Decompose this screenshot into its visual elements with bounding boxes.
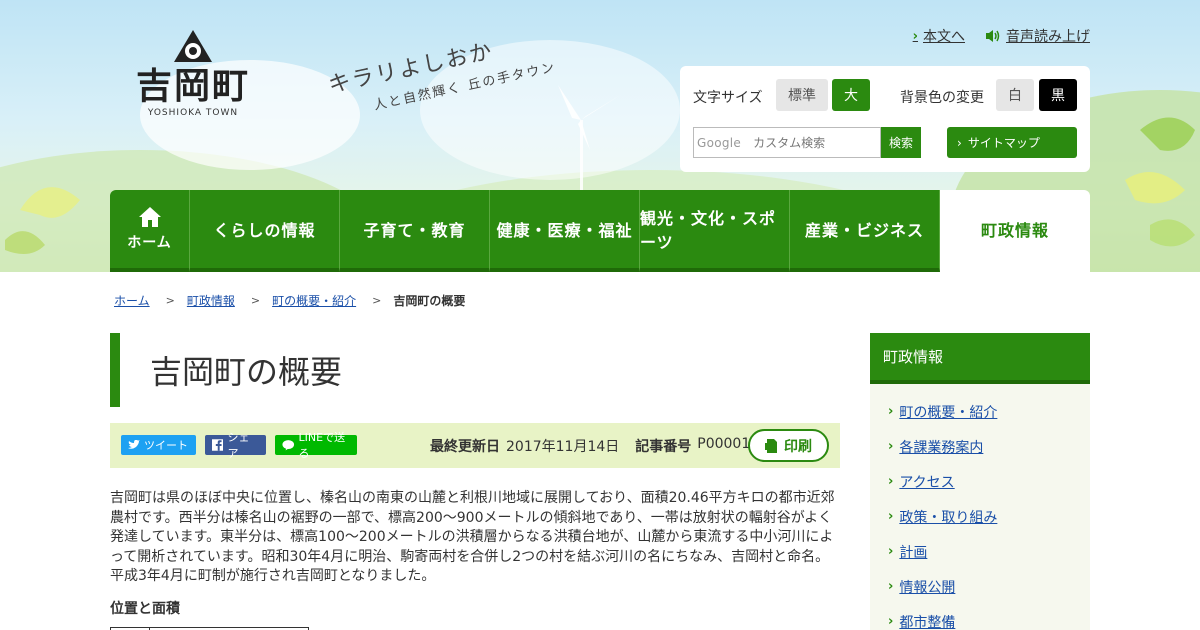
home-icon: [138, 207, 161, 227]
breadcrumb-link-home[interactable]: ホーム: [114, 292, 150, 309]
town-emblem-icon: [174, 30, 212, 62]
chevron-right-icon: ›: [957, 135, 962, 150]
page-title: 吉岡町の概要: [150, 353, 343, 391]
sitemap-button[interactable]: › サイトマップ: [947, 127, 1077, 158]
side-nav-item: › 情報公開: [870, 569, 1090, 604]
windmill-icon: [558, 85, 622, 190]
background-white-button[interactable]: 白: [996, 79, 1034, 111]
side-nav-item: › 計画: [870, 534, 1090, 569]
chevron-right-icon: ›: [912, 28, 918, 44]
font-size-standard-button[interactable]: 標準: [776, 79, 828, 111]
breadcrumb: ホーム > 町政情報 > 町の概要・紹介 > 吉岡町の概要: [114, 292, 465, 309]
nav-tourism-culture-sports[interactable]: 観光・文化・スポーツ: [640, 190, 790, 272]
ginkgo-leaf-icon: [1125, 117, 1195, 247]
side-nav-link-overview[interactable]: 町の概要・紹介: [899, 402, 997, 422]
ginkgo-leaf-icon: [5, 187, 80, 254]
chevron-right-icon: >: [165, 294, 175, 307]
chevron-right-icon: ›: [888, 439, 894, 454]
line-icon: [282, 440, 295, 451]
side-nav-link-disclosure[interactable]: 情報公開: [899, 577, 955, 597]
side-nav-list: › 町の概要・紹介 › 各課業務案内 › アクセス › 政策・取り組み › 計画…: [870, 384, 1090, 630]
page-title-block: 吉岡町の概要: [110, 333, 342, 407]
read-aloud-label: 音声読み上げ: [1006, 29, 1090, 45]
side-nav-item: › 町の概要・紹介: [870, 394, 1090, 429]
twitter-icon: [128, 440, 140, 449]
nav-living[interactable]: くらしの情報: [190, 190, 340, 272]
side-nav-link-policy[interactable]: 政策・取り組み: [899, 507, 997, 527]
chevron-right-icon: ›: [888, 544, 894, 559]
side-nav-link-departments[interactable]: 各課業務案内: [899, 437, 983, 457]
section-heading: 位置と面積: [110, 601, 180, 617]
chevron-right-icon: ›: [888, 474, 894, 489]
logo-subtitle: YOSHIOKA TOWN: [147, 108, 239, 118]
facebook-share-button[interactable]: シェア: [205, 431, 266, 460]
nav-home[interactable]: ホーム: [110, 190, 190, 272]
skip-to-content-link[interactable]: › 本文へ: [913, 26, 965, 46]
article-body: 吉岡町は県のほぼ中央に位置し、榛名山の南東の山麓と利根川地域に展開しており、面積…: [110, 490, 835, 584]
chevron-right-icon: ›: [888, 509, 894, 524]
breadcrumb-link-overview[interactable]: 町の概要・紹介: [272, 292, 356, 309]
side-nav-link-access[interactable]: アクセス: [899, 472, 954, 492]
tweet-button[interactable]: ツイート: [121, 435, 196, 455]
last-updated-value: 2017年11月14日: [506, 439, 620, 455]
global-nav: ホーム くらしの情報 子育て・教育 健康・医療・福祉 観光・文化・スポーツ 産業…: [110, 190, 1090, 272]
article-number-label: 記事番号: [635, 439, 692, 455]
background-black-button[interactable]: 黒: [1039, 79, 1077, 111]
background-color-label: 背景色の変更: [900, 90, 984, 106]
nav-town-administration[interactable]: 町政情報: [940, 190, 1090, 272]
facebook-share-label: シェア: [227, 431, 250, 460]
side-nav-item: › アクセス: [870, 464, 1090, 499]
last-updated-label: 最終更新日: [430, 439, 500, 455]
skip-to-content-label: 本文へ: [923, 29, 965, 45]
side-nav-link-urban-development[interactable]: 都市整備: [899, 612, 955, 630]
print-label: 印刷: [784, 438, 812, 455]
search-button[interactable]: 検索: [881, 127, 921, 158]
chevron-right-icon: ›: [888, 404, 894, 419]
site-logo[interactable]: 吉岡町 YOSHIOKA TOWN: [128, 28, 258, 143]
google-brand-label: Google: [697, 135, 742, 150]
logo-name: 吉岡町: [135, 65, 250, 107]
speaker-icon: [986, 30, 1000, 42]
breadcrumb-current: 吉岡町の概要: [393, 294, 466, 308]
chevron-right-icon: >: [250, 294, 261, 307]
side-nav-item: › 各課業務案内: [870, 429, 1090, 464]
side-nav-item: › 政策・取り組み: [870, 499, 1090, 534]
side-nav-item: › 都市整備: [870, 604, 1090, 630]
chevron-right-icon: ›: [888, 579, 894, 594]
sitemap-label: サイトマップ: [967, 136, 1040, 150]
side-nav: 町政情報 › 町の概要・紹介 › 各課業務案内 › アクセス › 政策・取り組み…: [870, 333, 1090, 630]
chevron-right-icon: ›: [888, 614, 894, 629]
font-size-large-button[interactable]: 大: [832, 79, 870, 111]
accessibility-tools: 文字サイズ 標準 大 背景色の変更 白 黒 Google カスタム検索 検索 ›…: [680, 66, 1090, 172]
facebook-icon: [212, 439, 224, 451]
search-input[interactable]: Google カスタム検索: [693, 127, 881, 158]
tweet-label: ツイート: [144, 439, 188, 452]
font-size-label: 文字サイズ: [693, 90, 763, 106]
print-icon: [765, 438, 777, 453]
line-share-button[interactable]: LINEで送る: [275, 431, 357, 460]
side-nav-title: 町政情報: [870, 333, 1090, 384]
nav-childcare-education[interactable]: 子育て・教育: [340, 190, 490, 272]
share-bar: ツイート シェア LINEで送る 最終更新日 2017年11月14日 記事番号 …: [110, 423, 840, 468]
chevron-right-icon: >: [372, 294, 382, 307]
search-placeholder: カスタム検索: [753, 136, 826, 150]
nav-industry-business[interactable]: 産業・ビジネス: [790, 190, 940, 272]
utility-links: › 本文へ 音声読み上げ: [913, 26, 1090, 46]
article-meta: 最終更新日 2017年11月14日 記事番号 P000016: [430, 436, 759, 456]
line-share-label: LINEで送る: [298, 431, 346, 460]
read-aloud-link[interactable]: 音声読み上げ: [985, 26, 1090, 46]
breadcrumb-link-administration[interactable]: 町政情報: [187, 292, 235, 309]
nav-health-welfare[interactable]: 健康・医療・福祉: [490, 190, 640, 272]
side-nav-link-plans[interactable]: 計画: [899, 542, 927, 562]
nav-home-label: ホーム: [127, 235, 172, 251]
print-button[interactable]: 印刷: [748, 429, 829, 462]
